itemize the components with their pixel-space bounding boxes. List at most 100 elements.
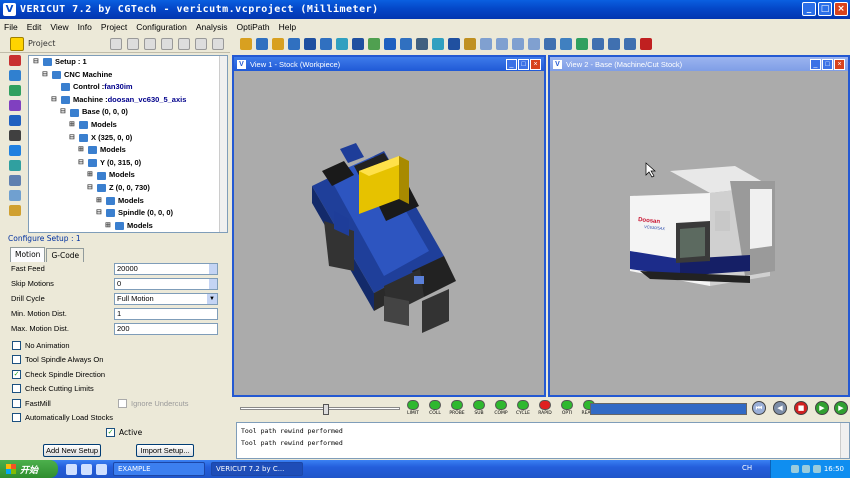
- checkbox-checked[interactable]: ✓: [12, 369, 21, 379]
- menu-edit[interactable]: Edit: [27, 22, 42, 32]
- tool-spindle-check[interactable]: Tool Spindle Always On: [9, 353, 227, 368]
- tool-icon[interactable]: [9, 130, 21, 141]
- checkbox[interactable]: [12, 340, 21, 350]
- tree-node[interactable]: ⊞ Models: [29, 119, 227, 132]
- machine-tool-icon[interactable]: [9, 55, 21, 66]
- chevron-down-icon[interactable]: ▼: [207, 293, 217, 304]
- list-icon[interactable]: [9, 175, 21, 186]
- log-scrollbar[interactable]: [840, 423, 849, 458]
- spinner-icon[interactable]: [209, 278, 217, 289]
- zoom-out-icon[interactable]: [496, 38, 508, 50]
- tree-node[interactable]: ⊟ Machine : doosan_vc630_5_axis: [29, 94, 227, 107]
- tree-node[interactable]: ⊟ CNC Machine: [29, 69, 227, 82]
- close-button[interactable]: ×: [530, 59, 541, 70]
- view-single-icon[interactable]: [608, 38, 620, 50]
- collapse-icon[interactable]: ⊟: [33, 56, 41, 69]
- view-2[interactable]: V View 2 - Base (Machine/Cut Stock) _ □ × …: [548, 55, 850, 397]
- expand-icon[interactable]: ⊞: [78, 144, 86, 157]
- zoom-window-icon[interactable]: [512, 38, 524, 50]
- start-button[interactable]: 开始: [0, 460, 58, 478]
- desktop-icon[interactable]: [81, 463, 92, 475]
- design-icon[interactable]: [9, 100, 21, 111]
- maximize-button[interactable]: □: [518, 59, 529, 70]
- info-icon[interactable]: [384, 38, 396, 50]
- fast-feed-input[interactable]: 20000: [114, 262, 218, 275]
- task-example[interactable]: EXAMPLE: [113, 462, 205, 476]
- step-back-icon[interactable]: ◀: [773, 401, 787, 415]
- project-icon[interactable]: [10, 36, 24, 51]
- report-icon[interactable]: [320, 38, 332, 50]
- palette-icon[interactable]: [368, 38, 380, 50]
- fixture-icon[interactable]: [9, 85, 21, 96]
- views-icon[interactable]: [592, 38, 604, 50]
- drill-cycle-select[interactable]: Full Motion ▼: [114, 292, 218, 305]
- fit-icon[interactable]: [528, 38, 540, 50]
- save-view-icon[interactable]: [288, 38, 300, 50]
- chart-icon[interactable]: [464, 38, 476, 50]
- nc-program-icon[interactable]: [9, 160, 21, 171]
- menu-help[interactable]: Help: [279, 22, 296, 32]
- export-icon[interactable]: [212, 37, 224, 50]
- minimize-button[interactable]: _: [810, 59, 821, 70]
- check-cutting-limits-check[interactable]: Check Cutting Limits: [9, 382, 227, 397]
- checkbox-checked[interactable]: ✓: [106, 428, 115, 437]
- tree-node[interactable]: ⊞ Models: [29, 220, 227, 232]
- print-icon[interactable]: [304, 38, 316, 50]
- tree-node[interactable]: ⊞ Models: [29, 195, 227, 208]
- expand-icon[interactable]: ⊞: [105, 220, 113, 232]
- undo-icon[interactable]: [144, 37, 156, 50]
- globe-icon[interactable]: [9, 145, 21, 156]
- minimize-button[interactable]: _: [506, 59, 517, 70]
- tree-node[interactable]: Control : fan30im: [29, 81, 227, 94]
- tree-node[interactable]: ⊞ Models: [29, 144, 227, 157]
- view-1[interactable]: V View 1 - Stock (Workpiece) _ □ ×: [232, 55, 546, 397]
- maximize-button[interactable]: □: [818, 2, 832, 16]
- document-icon[interactable]: [9, 190, 21, 201]
- add-new-setup-button[interactable]: Add New Setup: [43, 444, 101, 457]
- project-tree[interactable]: ⊟ Setup : 1 ⊟ CNC Machine Control : fan30im ⊟…: [28, 55, 228, 233]
- media-icon[interactable]: [96, 463, 107, 475]
- collapse-icon[interactable]: ⊟: [69, 132, 77, 145]
- tree-scrollbar[interactable]: [219, 56, 227, 232]
- fastmill-check[interactable]: FastMill Ignore Undercuts: [9, 396, 227, 411]
- menu-optipath[interactable]: OptiPath: [237, 22, 270, 32]
- machine-icon[interactable]: [178, 37, 190, 50]
- tree-node[interactable]: ⊞ Models: [29, 169, 227, 182]
- tree-node[interactable]: ⊟ X (325, 0, 0): [29, 132, 227, 145]
- collapse-icon[interactable]: ⊟: [96, 207, 104, 220]
- settings-icon[interactable]: [336, 38, 348, 50]
- check-spindle-direction-check[interactable]: ✓ Check Spindle Direction: [9, 367, 227, 382]
- animation-speed-slider[interactable]: [240, 404, 400, 415]
- view-split-icon[interactable]: [624, 38, 636, 50]
- open-icon[interactable]: [110, 37, 122, 50]
- camera-icon[interactable]: [576, 38, 588, 50]
- rewind-icon[interactable]: ⏮: [752, 401, 766, 415]
- collapse-icon[interactable]: ⊟: [51, 94, 59, 107]
- close-icon[interactable]: [640, 38, 652, 50]
- security-icon[interactable]: [812, 465, 821, 473]
- task-vericut[interactable]: VERICUT 7.2 by C...: [211, 462, 303, 476]
- tool-icon[interactable]: [432, 38, 444, 50]
- menu-file[interactable]: File: [4, 22, 18, 32]
- play-icon[interactable]: ▶: [834, 401, 848, 415]
- stock-icon[interactable]: [9, 70, 21, 81]
- close-button[interactable]: ×: [834, 59, 845, 70]
- min-motion-input[interactable]: 1: [114, 307, 218, 320]
- machine-icon[interactable]: [416, 38, 428, 50]
- coordinate-icon[interactable]: [9, 115, 21, 126]
- no-animation-check[interactable]: No Animation: [9, 338, 227, 353]
- view-1-canvas[interactable]: [234, 71, 544, 395]
- menu-configuration[interactable]: Configuration: [136, 22, 187, 32]
- tree-node[interactable]: ⊟ Y (0, 315, 0): [29, 157, 227, 170]
- minimize-button[interactable]: _: [802, 2, 816, 16]
- stop-icon[interactable]: ■: [794, 401, 808, 415]
- auto-load-stocks-check[interactable]: Automatically Load Stocks: [9, 411, 227, 426]
- pan-icon[interactable]: [560, 38, 572, 50]
- spinner-icon[interactable]: [209, 263, 217, 274]
- collapse-icon[interactable]: ⊟: [42, 69, 50, 82]
- folder-icon[interactable]: [9, 205, 21, 216]
- slider-thumb[interactable]: [323, 404, 329, 415]
- network-icon[interactable]: [790, 465, 799, 473]
- menu-analysis[interactable]: Analysis: [196, 22, 228, 32]
- input-language[interactable]: CH: [742, 464, 752, 472]
